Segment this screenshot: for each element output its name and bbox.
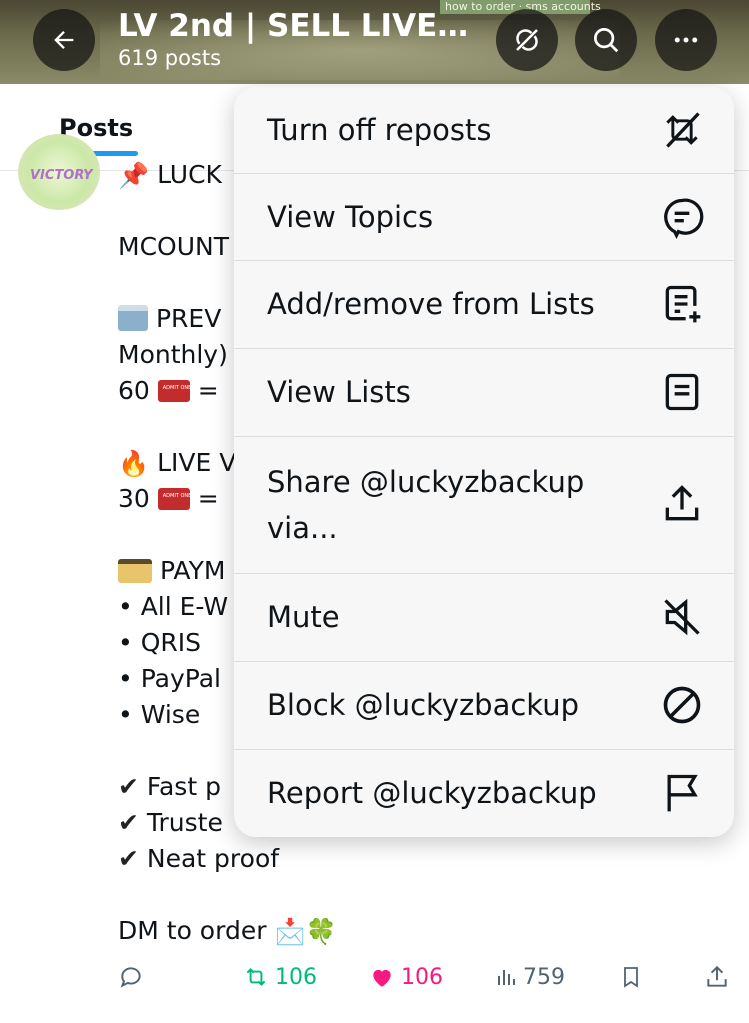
menu-item-add-remove-lists[interactable]: Add/remove from Lists (234, 260, 734, 349)
post-count: 619 posts (118, 46, 222, 70)
repost-toggle-button[interactable] (496, 9, 558, 71)
views-button[interactable]: 759 (494, 964, 565, 990)
menu-item-view-topics[interactable]: View Topics (234, 173, 734, 261)
check-icon: ✔ (118, 772, 139, 801)
back-arrow-icon (54, 31, 74, 49)
share-icon (660, 482, 704, 526)
menu-item-view-lists[interactable]: View Lists (234, 348, 734, 437)
envelope-icon: 📩 (274, 917, 306, 946)
menu-item-label: Report @luckyzbackup (267, 776, 597, 810)
repost-off-icon (516, 29, 538, 51)
repost-off-icon (660, 108, 704, 152)
bullet-4: • Wise (118, 700, 201, 729)
check-icon: ✔ (118, 808, 139, 837)
like-count: 106 (401, 964, 443, 990)
post-text: Truste (146, 808, 223, 837)
avatar[interactable]: VICTORY (18, 134, 100, 210)
more-options-button[interactable] (655, 9, 717, 71)
post-text: 60 (118, 376, 150, 405)
repost-icon (246, 968, 266, 986)
post-text: PAYM (159, 556, 226, 585)
menu-item-report[interactable]: Report @luckyzbackup (234, 749, 734, 837)
menu-item-label: Share @luckyzbackup (267, 465, 585, 499)
post-text: 30 (118, 484, 150, 513)
post-text: = (197, 376, 219, 405)
dm-line: DM to order 📩🍀 (118, 916, 337, 947)
menu-item-label: View Topics (267, 200, 434, 234)
post-actions: 106 106 759 (0, 960, 749, 1004)
post-line-4: Monthly) (118, 340, 228, 369)
post-line-7: 30 = (118, 484, 219, 513)
bullet-3: • PayPal (118, 664, 221, 693)
menu-item-turn-off-reposts[interactable]: Turn off reposts (234, 87, 734, 174)
pin-icon: 📌 (118, 161, 150, 190)
views-icon (498, 970, 515, 985)
post-text: Fast p (146, 772, 221, 801)
flag-icon (660, 771, 704, 815)
mute-icon (660, 595, 704, 639)
post-text: LUCK (157, 160, 222, 189)
post-line-3: PREV (118, 304, 221, 333)
more-options-menu: Turn off reposts View Topics Add/remove … (234, 87, 734, 837)
menu-item-label-line2: via... (267, 511, 338, 545)
post-line-8: PAYM (118, 556, 225, 585)
views-count: 759 (523, 964, 565, 990)
menu-item-label: View Lists (267, 375, 411, 409)
repost-button[interactable]: 106 (242, 964, 317, 990)
menu-item-label: Mute (267, 600, 340, 634)
back-button[interactable] (33, 9, 95, 71)
bullet-1: • All E-W (118, 592, 229, 621)
share-icon (707, 965, 727, 987)
avatar-text: VICTORY (30, 168, 93, 183)
post-line-1: 📌 LUCK (118, 160, 222, 191)
share-post-button[interactable] (704, 964, 730, 990)
list-add-icon (660, 282, 704, 326)
check-line-2: ✔ Truste (118, 808, 223, 837)
page-title: LV 2nd | SELL LIVE… (118, 8, 469, 44)
menu-item-block[interactable]: Block @luckyzbackup (234, 661, 734, 750)
post-text: DM to order (118, 916, 267, 945)
check-line-3: ✔ Neat proof (118, 844, 279, 873)
search-icon (594, 28, 619, 53)
fire-icon: 🔥 (118, 449, 150, 478)
bookmark-button[interactable] (619, 964, 643, 990)
heart-icon (373, 969, 391, 987)
menu-item-label: Turn off reposts (267, 113, 492, 147)
bookmark-icon (624, 967, 638, 988)
check-icon: ✔ (118, 844, 139, 873)
post-text: PREV (155, 304, 222, 333)
post-text: Neat proof (146, 844, 280, 873)
ticket-icon (157, 380, 191, 402)
menu-item-label: Add/remove from Lists (267, 287, 595, 321)
menu-item-label: Block @luckyzbackup (267, 688, 579, 722)
search-button[interactable] (575, 9, 637, 71)
repost-count: 106 (275, 964, 317, 990)
post-line-2: MCOUNT (118, 232, 229, 261)
bullet-2: • QRIS (118, 628, 201, 657)
ticket-icon (157, 488, 191, 510)
post-text: = (197, 484, 219, 513)
post-line-6: 🔥 LIVE V (118, 448, 236, 479)
like-button[interactable]: 106 (368, 964, 443, 990)
check-line-1: ✔ Fast p (118, 772, 221, 801)
post-text: LIVE V (157, 448, 237, 477)
clover-icon: 🍀 (305, 917, 337, 946)
more-icon (674, 37, 698, 43)
list-icon (660, 370, 704, 414)
profile-header: how to order · sms accounts LV 2nd | SEL… (0, 0, 749, 84)
reply-button[interactable] (118, 964, 144, 990)
menu-item-share-via[interactable]: Share @luckyzbackup via... (234, 436, 734, 574)
block-icon (660, 683, 704, 727)
topics-icon (660, 195, 704, 239)
ballot-box-icon (118, 305, 148, 331)
reply-icon (120, 967, 141, 988)
post-line-5: 60 = (118, 376, 219, 405)
menu-item-mute[interactable]: Mute (234, 573, 734, 662)
credit-card-icon (118, 559, 152, 583)
